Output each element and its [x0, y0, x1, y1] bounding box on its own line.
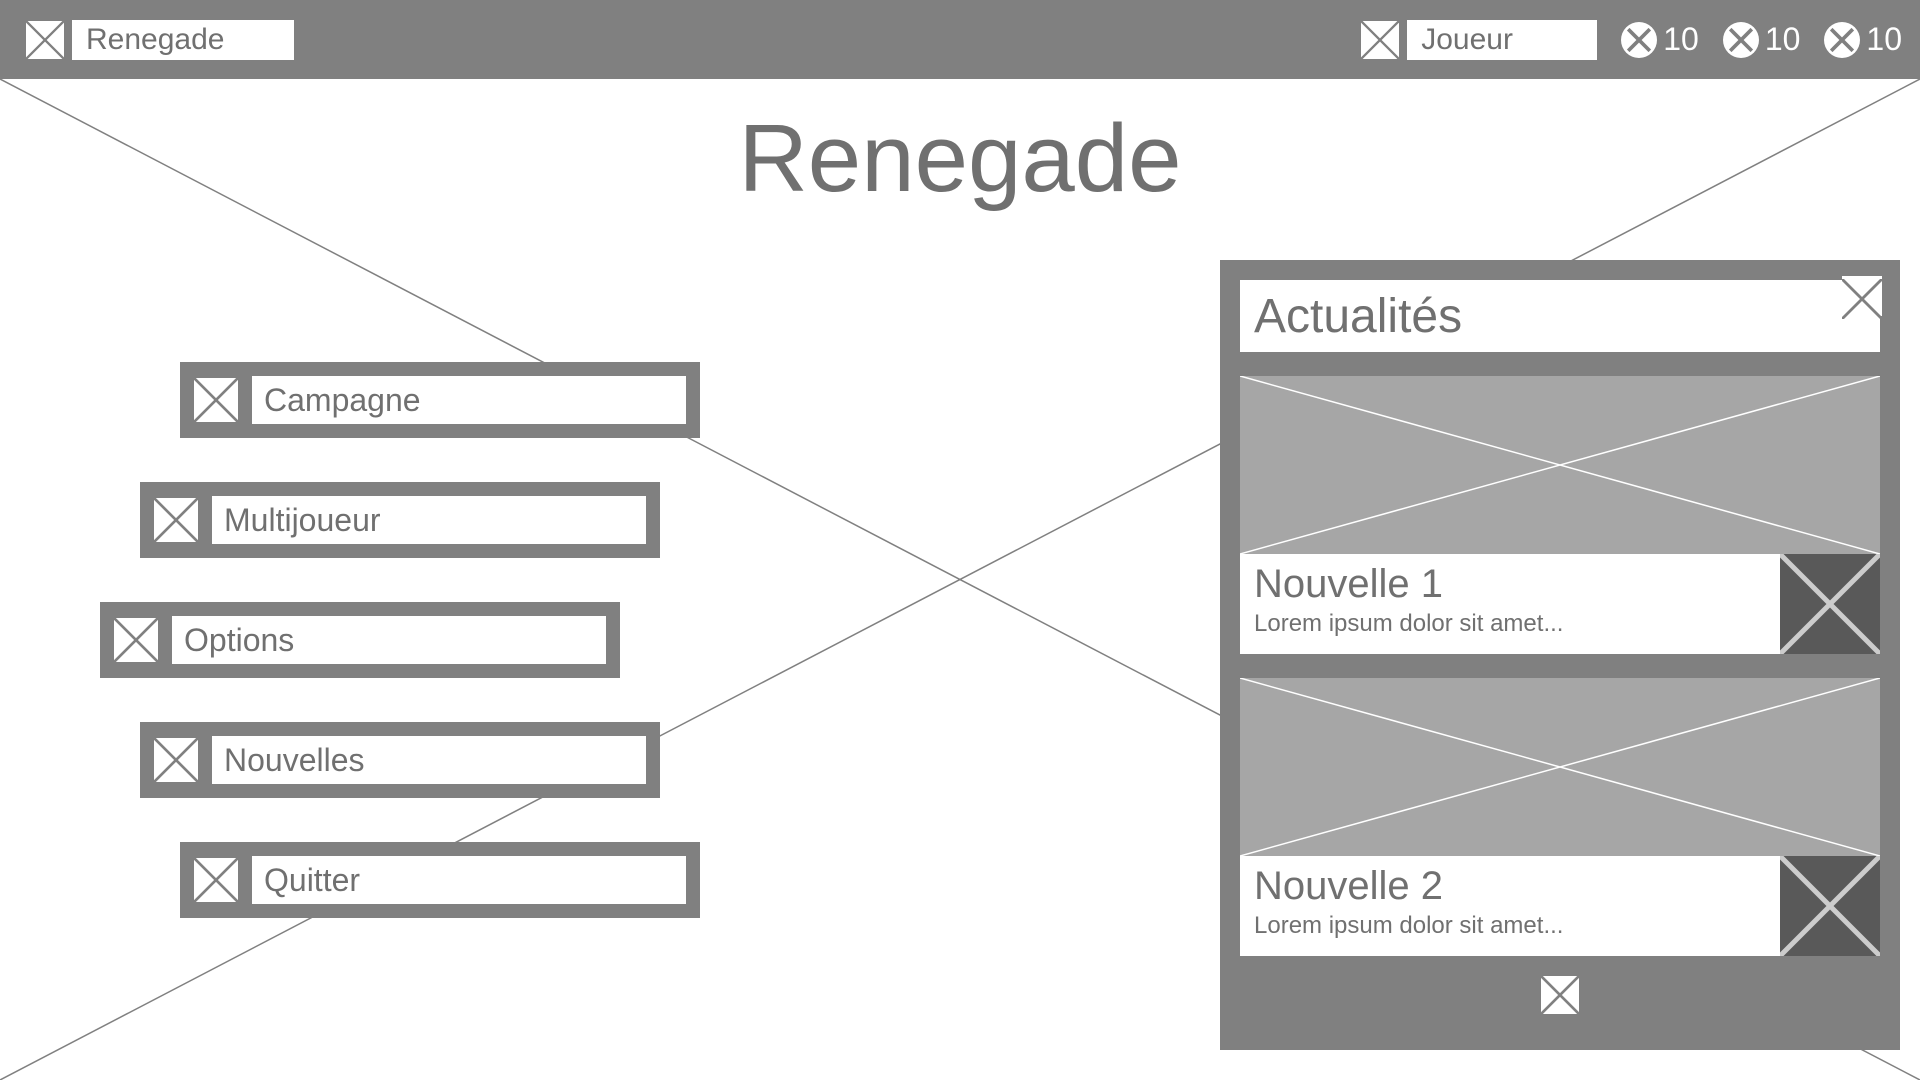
menu-icon-nouvelles	[154, 738, 198, 782]
menu-button-options[interactable]: Options	[100, 602, 620, 678]
menu-icon-multijoueur	[154, 498, 198, 542]
menu-label: Options	[172, 616, 606, 664]
menu-label: Multijoueur	[212, 496, 646, 544]
resource-1-icon	[1621, 22, 1657, 58]
menu-label: Nouvelles	[212, 736, 646, 784]
player-avatar-icon[interactable]	[1361, 21, 1399, 59]
news-item-title: Nouvelle 2	[1254, 864, 1866, 908]
resource-1-value: 10	[1663, 21, 1699, 58]
news-open-button[interactable]	[1780, 554, 1880, 654]
news-close-button[interactable]	[1842, 276, 1882, 316]
news-scroll-indicator-icon[interactable]	[1541, 976, 1579, 1014]
resource-3-value: 10	[1866, 21, 1902, 58]
menu-button-multijoueur[interactable]: Multijoueur	[140, 482, 660, 558]
menu-icon-quitter	[194, 858, 238, 902]
resource-3-icon	[1824, 22, 1860, 58]
resource-1: 10	[1621, 21, 1699, 58]
news-item-2[interactable]: Nouvelle 2 Lorem ipsum dolor sit amet...	[1240, 678, 1880, 956]
player-name-label[interactable]: Joueur	[1407, 20, 1597, 60]
resource-2-icon	[1723, 22, 1759, 58]
top-bar: Renegade Joueur 10 10 10	[0, 0, 1920, 79]
news-item-title: Nouvelle 1	[1254, 562, 1866, 606]
menu-icon-options	[114, 618, 158, 662]
news-panel: Actualités Nouvelle 1 Lorem ipsum dolor …	[1220, 260, 1900, 1050]
menu-button-quitter[interactable]: Quitter	[180, 842, 700, 918]
resource-3: 10	[1824, 21, 1902, 58]
news-panel-header: Actualités	[1240, 280, 1880, 352]
menu-button-campagne[interactable]: Campagne	[180, 362, 700, 438]
news-panel-title: Actualités	[1254, 289, 1462, 344]
game-name-label: Renegade	[72, 20, 294, 60]
news-open-button[interactable]	[1780, 856, 1880, 956]
news-image-placeholder	[1240, 376, 1880, 554]
news-item-1[interactable]: Nouvelle 1 Lorem ipsum dolor sit amet...	[1240, 376, 1880, 654]
news-item-snippet: Lorem ipsum dolor sit amet...	[1254, 610, 1866, 638]
news-item-snippet: Lorem ipsum dolor sit amet...	[1254, 912, 1866, 940]
resource-2: 10	[1723, 21, 1801, 58]
menu-icon-campagne	[194, 378, 238, 422]
resource-2-value: 10	[1765, 21, 1801, 58]
menu-label: Campagne	[252, 376, 686, 424]
news-image-placeholder	[1240, 678, 1880, 856]
page-title: Renegade	[0, 104, 1920, 214]
menu-label: Quitter	[252, 856, 686, 904]
menu-button-nouvelles[interactable]: Nouvelles	[140, 722, 660, 798]
game-logo-icon	[26, 21, 64, 59]
